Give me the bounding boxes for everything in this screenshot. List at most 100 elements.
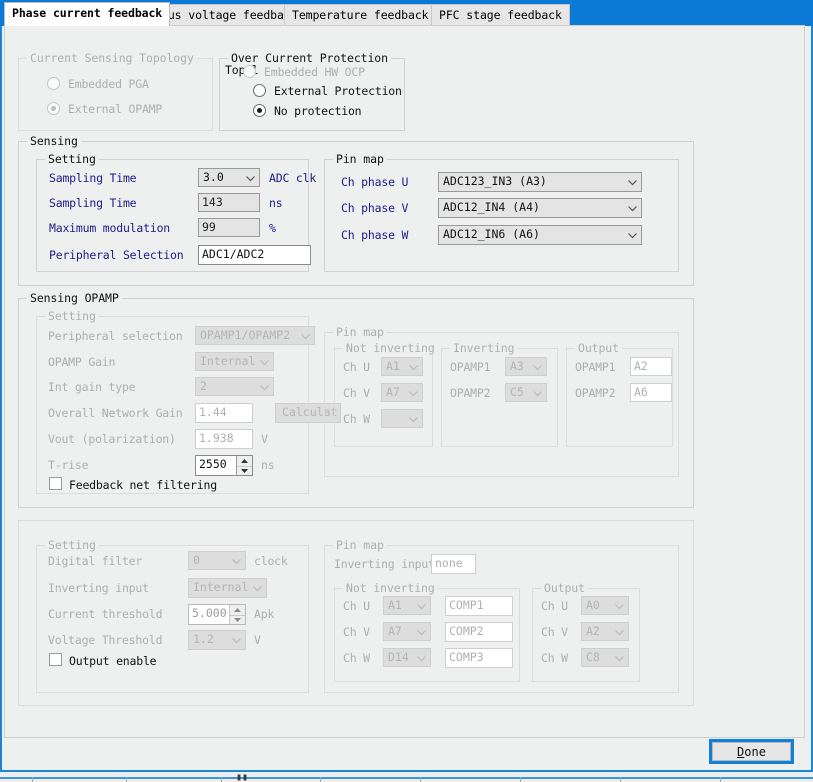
select-value: 2 xyxy=(200,379,207,393)
spin-up-icon[interactable] xyxy=(230,605,245,615)
radio-label-embedded-pga: Embedded PGA xyxy=(68,77,149,91)
select-ch-phase-w[interactable]: ADC12_IN6 (A6) xyxy=(438,225,642,245)
group-sensing: Sensing Setting Sampling Time 3.0 ADC cl… xyxy=(18,134,694,286)
label-sampling-time-clk: Sampling Time xyxy=(49,171,137,185)
done-button-face[interactable]: Done xyxy=(712,742,791,761)
tab-bus-voltage-feedback[interactable]: Bus voltage feedback xyxy=(153,4,306,26)
select-ch-phase-v[interactable]: ADC12_IN4 (A4) xyxy=(438,198,642,218)
radio-embedded-hw-ocp[interactable] xyxy=(243,65,256,78)
tab-pfc-stage-feedback[interactable]: PFC stage feedback xyxy=(431,4,570,26)
select-value: D14 xyxy=(388,650,409,664)
chevron-down-icon xyxy=(615,629,624,635)
select-value: Internal xyxy=(200,354,256,368)
chevron-down-icon xyxy=(417,603,426,609)
label-comp-out-ch-v: Ch V xyxy=(541,625,568,639)
checkbox-feedback-net-filtering[interactable] xyxy=(49,477,62,490)
select-opamp-ni-ch-w[interactable] xyxy=(381,409,423,428)
input-comp-name-u[interactable]: COMP1 xyxy=(445,596,513,616)
select-value: ADC12_IN4 (A4) xyxy=(443,200,540,214)
chevron-down-icon xyxy=(260,384,269,390)
label-opamp-ni-ch-u: Ch U xyxy=(343,360,370,374)
label-overall-network-gain: Overall Network Gain xyxy=(48,406,183,420)
label-opamp-inv-opamp1: OPAMP1 xyxy=(450,360,491,374)
tab-temperature-feedback[interactable]: Temperature feedback xyxy=(284,4,437,26)
input-overall-network-gain[interactable]: 1.44 xyxy=(195,403,253,423)
radio-external-protection[interactable] xyxy=(253,84,266,97)
label-vout-polarization: Vout (polarization) xyxy=(48,432,176,446)
select-opamp-inv-opamp1[interactable]: A3 xyxy=(505,357,547,376)
select-opamp-ni-ch-u[interactable]: A1 xyxy=(381,357,423,376)
select-value: Internal xyxy=(193,580,249,594)
tab-phase-current-feedback[interactable]: Phase current feedback xyxy=(4,2,171,26)
group-label: Sensing xyxy=(27,134,81,148)
label-opamp-ni-ch-v: Ch V xyxy=(343,386,370,400)
spin-down-icon[interactable] xyxy=(237,465,252,476)
tab-content-pane: Current Sensing Topology Embedded PGA Ex… xyxy=(4,25,805,764)
group-label: Setting xyxy=(45,309,99,323)
group-sensing-pinmap: Pin map Ch phase U ADC123_IN3 (A3) Ch ph… xyxy=(324,152,679,272)
current-threshold-spinner[interactable] xyxy=(229,605,245,624)
label-opamp-peripheral-selection: Peripheral selection xyxy=(48,329,183,343)
input-comp-name-w[interactable]: COMP3 xyxy=(445,648,513,668)
select-comparator-inverting-input[interactable]: Internal xyxy=(188,578,267,598)
tab-strip: Phase current feedback Bus voltage feedb… xyxy=(4,2,807,26)
spin-up-icon[interactable] xyxy=(237,456,252,466)
radio-external-opamp[interactable] xyxy=(47,102,60,115)
select-comp-out-ch-w[interactable]: C8 xyxy=(581,648,629,667)
select-voltage-threshold[interactable]: 1.2 xyxy=(188,630,246,650)
label-ch-phase-w: Ch phase W xyxy=(341,228,409,242)
select-comp-ni-ch-v[interactable]: A7 xyxy=(383,622,431,641)
select-comp-ni-ch-w[interactable]: D14 xyxy=(383,648,431,667)
group-label: Setting xyxy=(45,152,99,166)
select-comp-out-ch-u[interactable]: A0 xyxy=(581,596,629,615)
background-tick xyxy=(620,777,621,782)
select-opamp-gain[interactable]: Internal xyxy=(195,352,274,371)
group-comparator-output: Output Ch U A0 Ch V A2 Ch W C8 xyxy=(532,581,640,682)
chevron-down-icon xyxy=(628,233,637,239)
input-vout-polarization[interactable]: 1.938 xyxy=(195,429,253,449)
group-label: Output xyxy=(541,581,588,595)
unit-percent: % xyxy=(269,221,276,235)
select-digital-filter[interactable]: 0 xyxy=(188,551,246,570)
input-comp-name-v[interactable]: COMP2 xyxy=(445,622,513,642)
input-comparator-pin-inverting-input[interactable]: none xyxy=(431,554,476,574)
group-over-current-protection: Over Current Protection Topol Embedded H… xyxy=(219,51,405,131)
group-label: Not inverting xyxy=(343,581,438,595)
radio-embedded-pga[interactable] xyxy=(47,77,60,90)
analog-input-protection-window: Control Stage - Analog Input and Protect… xyxy=(0,0,813,782)
select-sampling-time-clk[interactable]: 3.0 xyxy=(198,168,260,187)
select-ch-phase-u[interactable]: ADC123_IN3 (A3) xyxy=(438,172,642,192)
label-opamp-out-opamp1: OPAMP1 xyxy=(575,360,616,374)
select-opamp-inv-opamp2[interactable]: C5 xyxy=(505,383,547,402)
input-opamp-out-opamp2[interactable]: A6 xyxy=(630,383,672,402)
radio-label-external-protection: External Protection xyxy=(274,84,402,98)
group-current-sensing-topology: Current Sensing Topology Embedded PGA Ex… xyxy=(18,51,213,131)
t-rise-spinner[interactable] xyxy=(236,456,252,475)
input-opamp-out-opamp1[interactable]: A2 xyxy=(630,357,672,376)
spin-value: 5.000 xyxy=(192,606,227,620)
checkbox-output-enable[interactable] xyxy=(49,653,62,666)
radio-label-no-protection: No protection xyxy=(274,104,362,118)
select-value: A7 xyxy=(388,624,402,638)
select-opamp-ni-ch-v[interactable]: A7 xyxy=(381,383,423,402)
input-current-threshold[interactable]: 5.000 xyxy=(188,604,246,625)
done-button[interactable]: Done xyxy=(709,739,794,764)
chevron-down-icon xyxy=(417,655,426,661)
select-comp-ni-ch-u[interactable]: A1 xyxy=(383,596,431,615)
spin-down-icon[interactable] xyxy=(230,614,245,625)
background-window-edge: ▮▮ xyxy=(0,772,813,782)
input-t-rise[interactable]: 2550 xyxy=(195,455,253,476)
radio-no-protection[interactable] xyxy=(253,104,266,117)
chevron-down-icon xyxy=(417,629,426,635)
chevron-down-icon xyxy=(409,416,418,422)
background-tick xyxy=(320,777,321,782)
unit-ns: ns xyxy=(269,196,283,210)
group-comparator: Setting Digital filter 0 clock Inverting… xyxy=(18,520,694,706)
select-int-gain-type[interactable]: 2 xyxy=(195,377,274,396)
group-label: Pin map xyxy=(333,325,387,339)
input-peripheral-selection[interactable]: ADC1/ADC2 xyxy=(198,245,311,265)
label-opamp-out-opamp2: OPAMP2 xyxy=(575,386,616,400)
select-comp-out-ch-v[interactable]: A2 xyxy=(581,622,629,641)
chevron-down-icon xyxy=(260,359,269,365)
select-opamp-peripheral-selection[interactable]: OPAMP1/OPAMP2 xyxy=(195,326,315,345)
